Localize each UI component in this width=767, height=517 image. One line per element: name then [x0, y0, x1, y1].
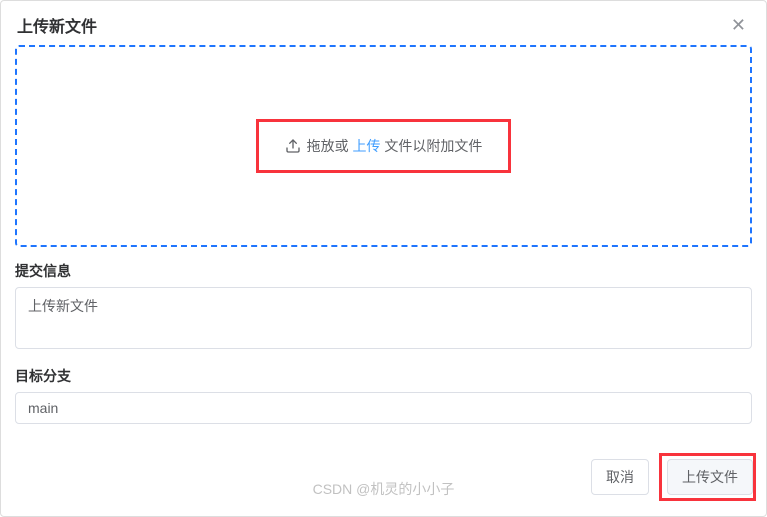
upload-icon	[285, 138, 301, 154]
commit-message-label: 提交信息	[15, 261, 752, 281]
submit-highlight: 上传文件	[659, 453, 756, 501]
watermark-text: CSDN @机灵的小小子	[313, 479, 455, 499]
modal-footer: 取消 上传文件	[577, 453, 767, 501]
commit-message-input[interactable]: 上传新文件	[15, 287, 752, 349]
target-branch-input[interactable]	[15, 392, 752, 424]
dropzone-text: 拖放或 上传 文件以附加文件	[307, 136, 483, 156]
dropzone-content: 拖放或 上传 文件以附加文件	[256, 119, 512, 173]
file-dropzone[interactable]: 拖放或 上传 文件以附加文件	[15, 45, 752, 247]
target-branch-label: 目标分支	[15, 366, 752, 386]
upload-file-button[interactable]: 上传文件	[667, 459, 753, 495]
upload-modal: 上传新文件 ✕ 拖放或 上传 文件以附加文件	[0, 0, 767, 517]
close-button[interactable]: ✕	[727, 15, 750, 36]
modal-body: 拖放或 上传 文件以附加文件 提交信息 上传新文件 目标分支	[1, 45, 766, 424]
upload-link[interactable]: 上传	[353, 138, 381, 154]
close-icon: ✕	[731, 15, 746, 35]
dropzone-prefix: 拖放或	[307, 138, 349, 154]
cancel-button[interactable]: 取消	[591, 459, 649, 495]
modal-title: 上传新文件	[17, 13, 97, 37]
modal-header: 上传新文件 ✕	[1, 1, 766, 45]
dropzone-suffix: 文件以附加文件	[384, 138, 482, 154]
